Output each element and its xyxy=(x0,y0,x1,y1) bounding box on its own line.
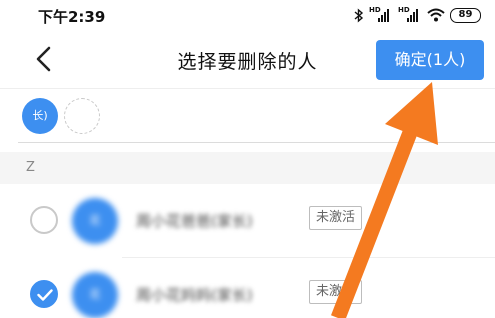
avatar: 花 xyxy=(72,198,118,244)
bluetooth-icon xyxy=(354,7,364,23)
member-row[interactable]: 花 周小花妈妈(家长) 未激活 xyxy=(0,258,495,318)
wifi-icon xyxy=(427,8,445,22)
status-bar: 下午2:39 HD HD 89 xyxy=(0,0,495,30)
section-letter: Z xyxy=(26,160,35,175)
status-icons: HD HD 89 xyxy=(354,6,481,24)
status-time: 下午2:39 xyxy=(38,8,106,26)
selected-member-chip[interactable]: 长) xyxy=(22,98,58,134)
member-name: 周小花妈妈(家长) xyxy=(136,286,253,304)
section-header: Z xyxy=(0,152,495,184)
member-name: 周小花爸爸(家长) xyxy=(136,212,253,230)
selected-members-strip: 长) xyxy=(0,88,495,144)
avatar: 花 xyxy=(72,272,118,318)
confirm-button[interactable]: 确定(1人) xyxy=(376,40,484,80)
signal-hd-icon: HD xyxy=(398,6,422,22)
divider xyxy=(18,142,495,143)
checked-radio-icon[interactable] xyxy=(30,280,58,308)
status-badge: 未激活 xyxy=(309,280,363,304)
header: 选择要删除的人 确定(1人) xyxy=(0,30,495,88)
unchecked-radio-icon[interactable] xyxy=(30,206,58,234)
battery-icon: 89 xyxy=(450,7,481,23)
signal-hd-icon: HD xyxy=(369,6,393,22)
member-row[interactable]: 花 周小花爸爸(家长) 未激活 xyxy=(0,184,495,258)
empty-selection-slot xyxy=(64,98,100,134)
status-badge: 未激活 xyxy=(309,206,363,230)
